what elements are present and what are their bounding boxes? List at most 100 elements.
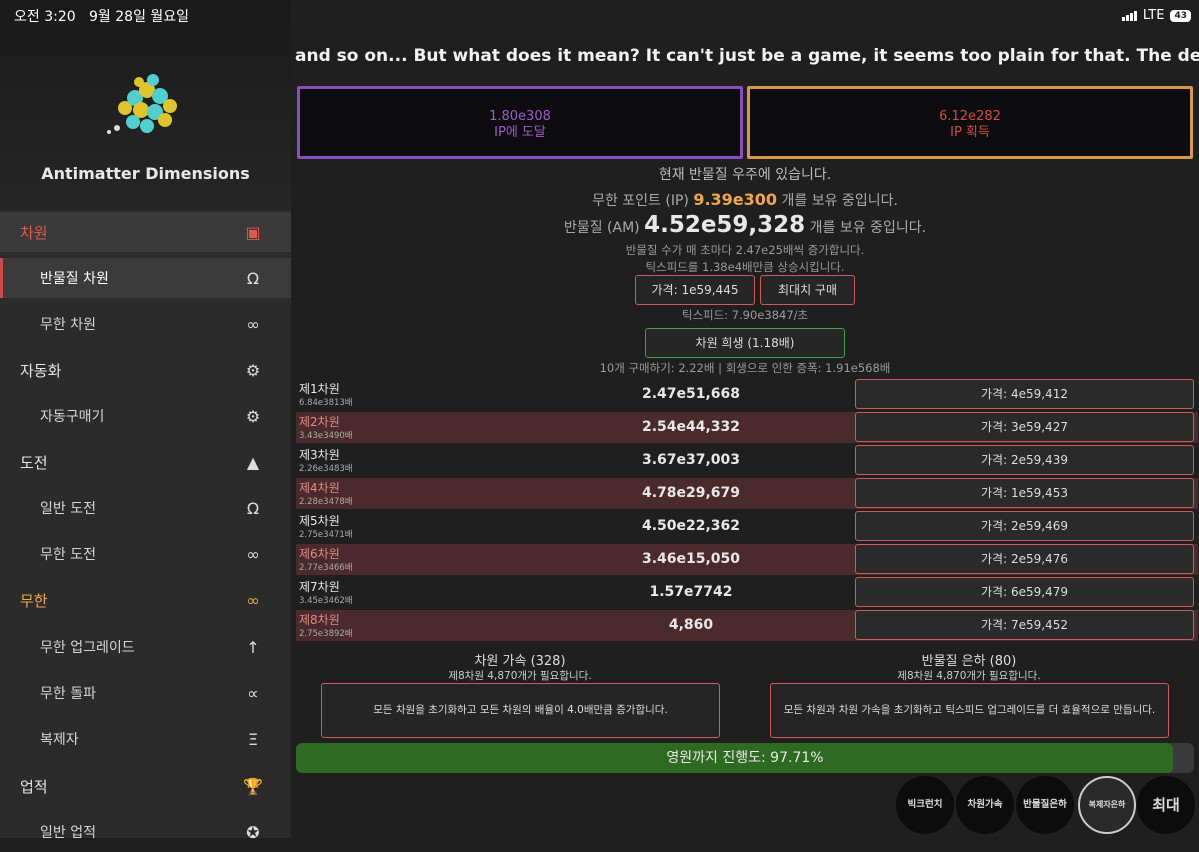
dimension-row: 제5차원 2.75e3471배 4.50e22,362 가격: 2e59,469	[296, 511, 1198, 542]
sidebar-item-autobuyers[interactable]: 자동구매기 ⚙	[0, 396, 291, 436]
status-time: 오전 3:20	[14, 9, 76, 25]
tickspeed-text: 틱스피드: 7.90e3847/초	[681, 308, 809, 322]
am-rate-text: 반물질 수가 매 초마다 2.47e25배씩 증가합니다.	[625, 243, 865, 257]
dimension-multiplier: 2.26e3483배	[299, 464, 353, 474]
sidebar-item-break-infinity[interactable]: 무한 돌파 ∝	[0, 673, 291, 713]
sidebar-item-infinity-upgrades[interactable]: 무한 업그레이드 ↑	[0, 627, 291, 667]
big-crunch-button[interactable]: 빅크런치	[896, 776, 954, 834]
dim-boost-round-button[interactable]: 차원가속	[956, 776, 1014, 834]
sidebar-item-label: 복제자	[40, 732, 79, 748]
reach-ip-value: 1.80e308	[489, 109, 551, 124]
am-value: 4.52e59,328	[644, 212, 806, 238]
sacrifice-button[interactable]: 차원 희생 (1.18배)	[645, 328, 845, 358]
battery-icon: 43	[1170, 9, 1191, 22]
sacrifice-info-text: 10개 구매하기: 2.22배 | 회생으로 인한 증폭: 1.91e568배	[599, 361, 891, 375]
galaxy-round-button[interactable]: 반물질은하	[1016, 776, 1074, 834]
sidebar-item-normal-achievements[interactable]: 일반 업적 ✪	[0, 812, 291, 852]
dimension-name: 제4차원	[299, 481, 340, 495]
dimension-row: 제6차원 2.77e3466배 3.46e15,050 가격: 2e59,476	[296, 544, 1198, 575]
dimension-boost-title: 차원 가속 (328)	[474, 654, 566, 669]
dimension-multiplier: 2.75e3471배	[299, 530, 353, 540]
am-suffix: 개를 보유 중입니다.	[805, 220, 927, 236]
max-buy-button[interactable]: 최대치 구매	[760, 275, 855, 305]
replicanti-icon: Ξ	[247, 729, 259, 749]
dimension-buy-button[interactable]: 가격: 4e59,412	[855, 379, 1194, 409]
dimension-buy-button[interactable]: 가격: 2e59,439	[855, 445, 1194, 475]
omega-icon: Ω	[246, 268, 260, 288]
sidebar-item-label: 차원	[20, 223, 48, 242]
dimension-name: 제6차원	[299, 547, 340, 561]
galaxy-button[interactable]: 모든 차원과 차원 가속을 초기화하고 틱스피드 업그레이드를 더 효율적으로 …	[770, 683, 1169, 738]
dimension-multiplier: 2.28e3478배	[299, 497, 353, 507]
trophy-icon: 🏆	[243, 776, 263, 796]
dimension-amount: 4.50e22,362	[641, 518, 741, 534]
am-prefix: 반물질 (AM)	[563, 220, 645, 236]
status-indicators: LTE 43	[1121, 8, 1191, 23]
reach-ip-button[interactable]: 1.80e308 IP에 도달	[297, 86, 743, 159]
gears-icon: ⚙	[245, 360, 261, 380]
gain-ip-value: 6.12e282	[939, 109, 1001, 124]
status-time-date: 오전 3:20 9월 28일 월요일	[14, 6, 189, 26]
dimension-name: 제1차원	[299, 382, 340, 396]
dimension-amount: 2.54e44,332	[641, 419, 741, 435]
sidebar-item-label: 일반 도전	[40, 501, 96, 517]
sidebar-item-label: 자동구매기	[40, 409, 105, 425]
dimension-buy-button[interactable]: 가격: 1e59,453	[855, 478, 1194, 508]
sidebar: Antimatter Dimensions 차원 ▣ 반물질 차원 Ω 무한 차…	[0, 0, 291, 842]
sidebar-item-achievements[interactable]: 업적 🏆	[0, 766, 291, 806]
dimension-name: 제2차원	[299, 415, 340, 429]
dimension-multiplier: 3.43e3490배	[299, 431, 353, 441]
dimension-buy-button[interactable]: 가격: 2e59,476	[855, 544, 1194, 574]
gain-ip-label: IP 획득	[950, 125, 990, 140]
infinity-icon: ∞	[246, 544, 260, 564]
dimension-buy-button[interactable]: 가격: 2e59,469	[855, 511, 1194, 541]
omega-icon: Ω	[246, 498, 260, 518]
sidebar-item-label: 일반 업적	[40, 825, 96, 841]
dimension-amount: 3.67e37,003	[641, 452, 741, 468]
sidebar-item-dimensions[interactable]: 차원 ▣	[0, 212, 291, 252]
sidebar-item-automation[interactable]: 자동화 ⚙	[0, 350, 291, 390]
am-text: 반물질 (AM) 4.52e59,328 개를 보유 중입니다.	[291, 212, 1199, 238]
sidebar-item-replicanti[interactable]: 복제자 Ξ	[0, 719, 291, 759]
dimension-buy-button[interactable]: 가격: 6e59,479	[855, 577, 1194, 607]
sidebar-item-infinity-dimensions[interactable]: 무한 차원 ∞	[0, 304, 291, 344]
sidebar-item-infinity[interactable]: 무한 ∞	[0, 580, 291, 620]
dimension-boost-button[interactable]: 모든 차원을 초기화하고 모든 차원의 배율이 4.0배만큼 증가합니다.	[321, 683, 720, 738]
sidebar-item-normal-challenges[interactable]: 일반 도전 Ω	[0, 488, 291, 528]
cube-icon: ▣	[245, 222, 261, 242]
dimension-amount: 2.47e51,668	[641, 386, 741, 402]
gain-ip-button[interactable]: 6.12e282 IP 획득	[747, 86, 1193, 159]
universe-text: 현재 반물질 우주에 있습니다.	[658, 167, 832, 183]
dimension-name: 제8차원	[299, 613, 340, 627]
medal-icon: ✪	[246, 822, 260, 842]
ip-prefix: 무한 포인트 (IP)	[592, 193, 694, 209]
signal-icon	[1121, 10, 1137, 21]
tickspeed-buy-button[interactable]: 가격: 1e59,445	[635, 275, 755, 305]
dimension-name: 제5차원	[299, 514, 340, 528]
sidebar-item-label: 도전	[20, 453, 48, 472]
mountain-icon: ▲	[246, 452, 260, 472]
galaxy-requirement: 제8차원 4,870개가 필요합니다.	[897, 670, 1041, 682]
dimension-boost-requirement: 제8차원 4,870개가 필요합니다.	[448, 670, 592, 682]
progress-label: 영원까지 진행도: 97.71%	[666, 750, 824, 766]
antimatter-logo-icon	[107, 74, 177, 134]
dimension-name: 제3차원	[299, 448, 340, 462]
max-all-button[interactable]: 최대	[1137, 776, 1195, 834]
dimension-row: 제1차원 6.84e3813배 2.47e51,668 가격: 4e59,412	[296, 379, 1198, 410]
replicanti-galaxy-button[interactable]: 복제자은하	[1078, 776, 1136, 834]
dimension-buy-button[interactable]: 가격: 3e59,427	[855, 412, 1194, 442]
sidebar-item-label: 무한 도전	[40, 547, 96, 563]
network-label: LTE	[1142, 8, 1165, 23]
eternity-progress-bar: 영원까지 진행도: 97.71%	[296, 743, 1194, 773]
dimension-multiplier: 3.45e3462배	[299, 596, 353, 606]
sidebar-item-infinity-challenges[interactable]: 무한 도전 ∞	[0, 534, 291, 574]
sidebar-item-antimatter-dimensions[interactable]: 반물질 차원 Ω	[0, 258, 291, 298]
sidebar-item-challenges[interactable]: 도전 ▲	[0, 442, 291, 482]
sidebar-item-label: 무한 업그레이드	[40, 640, 135, 656]
dimension-buy-button[interactable]: 가격: 7e59,452	[855, 610, 1194, 640]
dimension-row: 제4차원 2.28e3478배 4.78e29,679 가격: 1e59,453	[296, 478, 1198, 509]
dimension-amount: 4,860	[668, 617, 714, 633]
ip-text: 무한 포인트 (IP) 9.39e300 개를 보유 중입니다.	[291, 190, 1199, 210]
sidebar-item-label: 자동화	[20, 361, 62, 380]
ip-suffix: 개를 보유 중입니다.	[777, 193, 898, 209]
